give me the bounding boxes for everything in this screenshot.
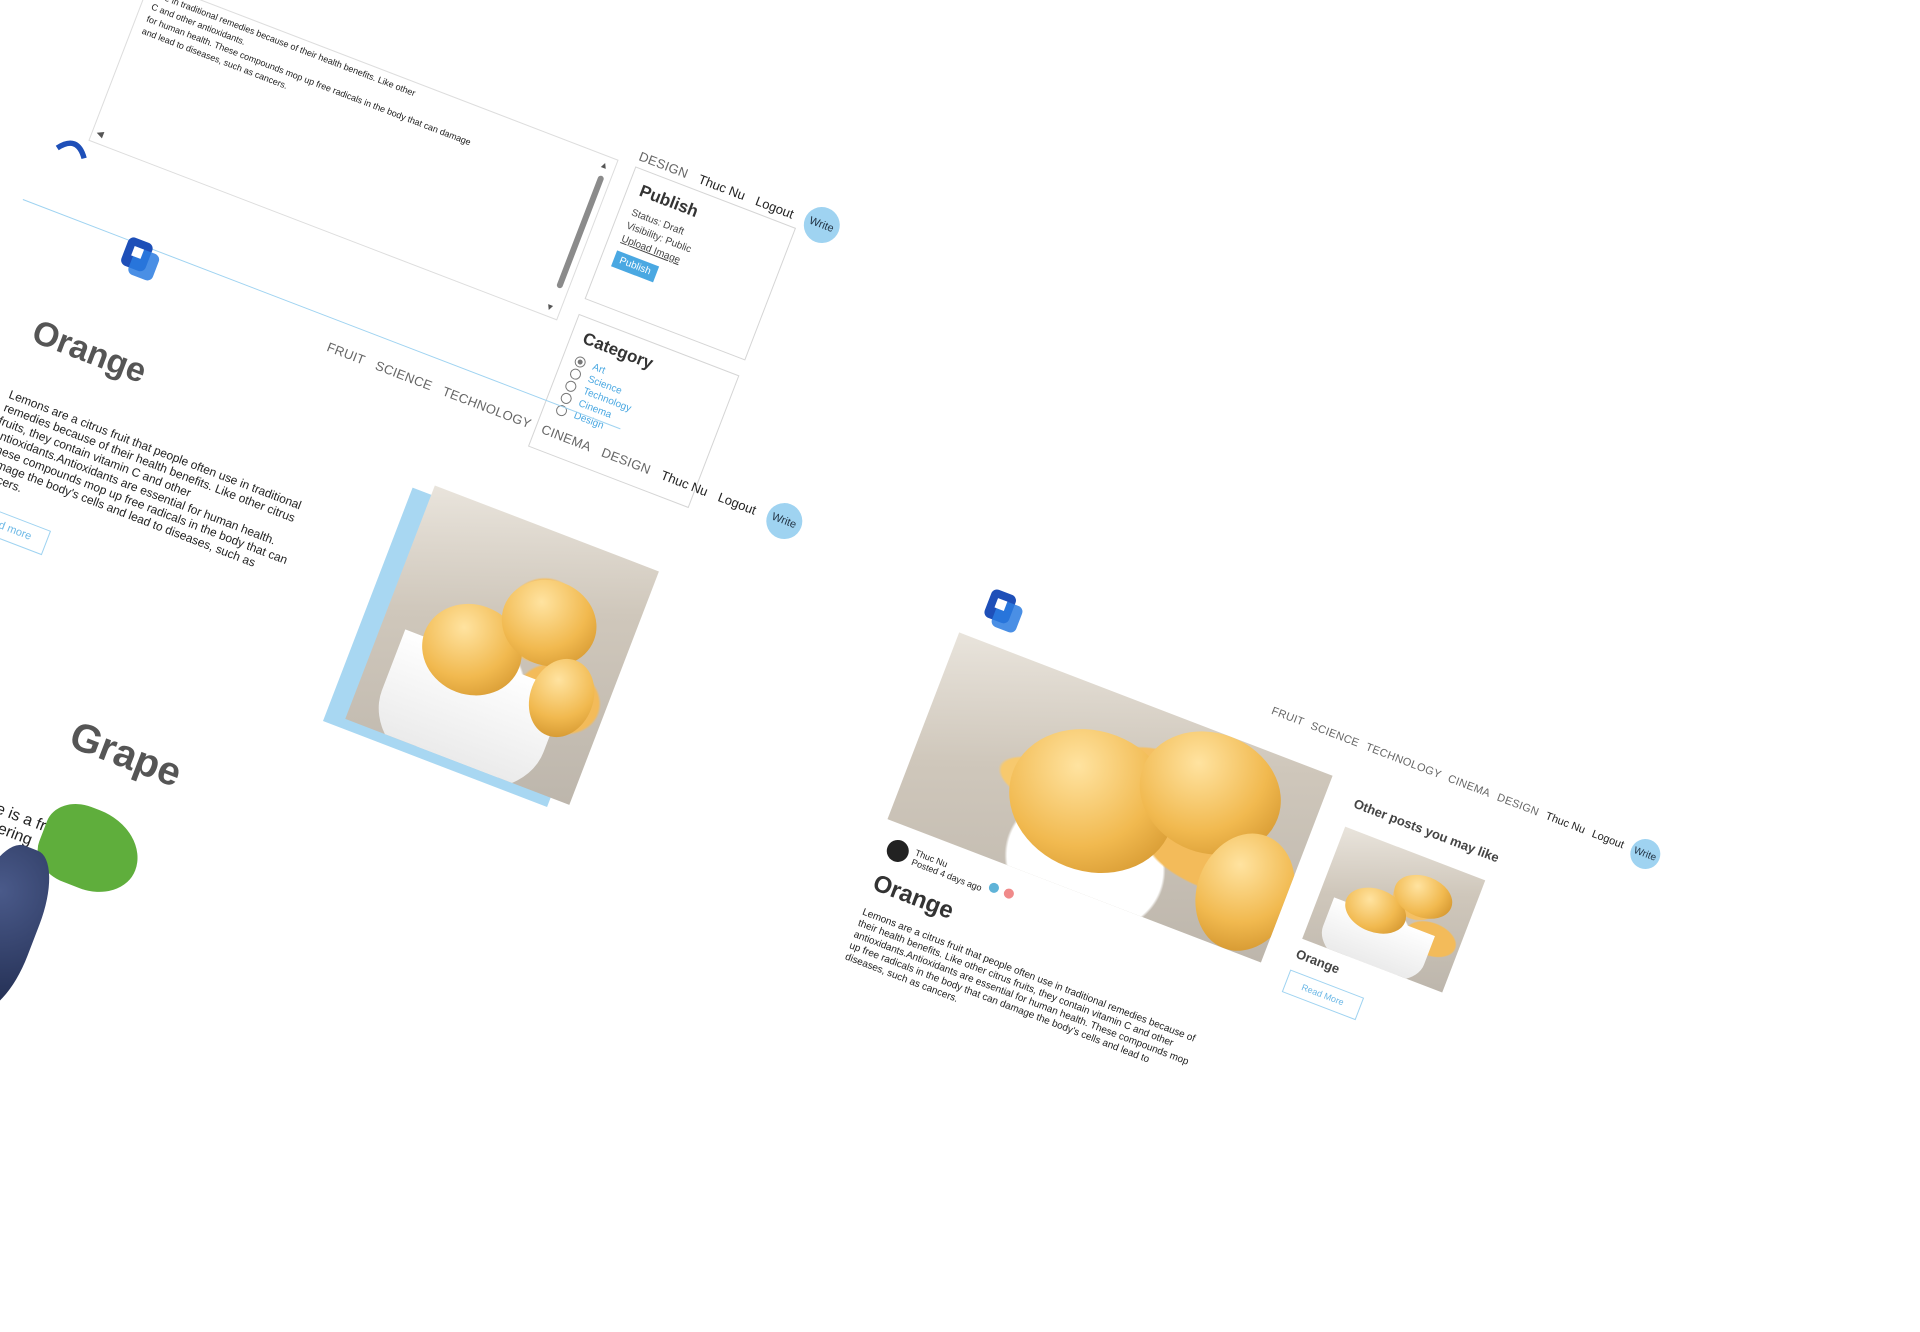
- sidebar: Other posts you may like Orange Read Mor…: [1281, 796, 1507, 1049]
- scroll-left-icon[interactable]: ◀: [95, 127, 105, 140]
- nav-fruit[interactable]: FRUIT: [1270, 705, 1306, 728]
- edit-icon[interactable]: [987, 881, 1000, 895]
- post-title[interactable]: Orange: [27, 313, 152, 392]
- editor-line: for human health. These compounds mop up…: [145, 13, 473, 148]
- write-button[interactable]: Write: [1625, 834, 1665, 874]
- write-button[interactable]: Write: [798, 201, 845, 249]
- nav-user[interactable]: Thuc Nu: [1544, 810, 1587, 836]
- nav-cinema[interactable]: CINEMA: [540, 421, 594, 454]
- editor-line: and lead to diseases, such as cancers.: [140, 25, 289, 91]
- nav-science[interactable]: SCIENCE: [1309, 720, 1361, 749]
- nav-design[interactable]: DESIGN: [1495, 792, 1540, 819]
- nav-fruit[interactable]: FRUIT: [325, 339, 368, 367]
- nav-technology[interactable]: TECHNOLOGY: [441, 383, 534, 431]
- read-more-button[interactable]: Read more: [0, 499, 52, 556]
- post-title[interactable]: Grape: [63, 713, 188, 796]
- nav-logout[interactable]: Logout: [716, 489, 758, 517]
- nav-science[interactable]: SCIENCE: [373, 357, 434, 392]
- radio-icon[interactable]: [563, 379, 578, 394]
- post-body: Lemons are a citrus fruit that people of…: [843, 906, 1197, 1068]
- post-hero-image: [887, 632, 1333, 963]
- radio-icon[interactable]: [568, 367, 583, 382]
- logo-icon: [55, 140, 87, 160]
- logo-icon: [984, 589, 1023, 633]
- post-image[interactable]: [345, 485, 659, 805]
- write-button[interactable]: Write: [760, 497, 808, 545]
- nav-technology[interactable]: TECHNOLOGY: [1364, 741, 1443, 781]
- delete-icon[interactable]: [1002, 886, 1015, 900]
- nav-design[interactable]: DESIGN: [600, 444, 654, 477]
- post-excerpt: Lemons are a citrus fruit that people of…: [0, 387, 304, 570]
- radio-icon[interactable]: [573, 354, 588, 370]
- scroll-down-icon[interactable]: ▼: [544, 301, 556, 314]
- nav-user[interactable]: Thuc Nu: [659, 467, 710, 499]
- avatar-icon: [883, 836, 912, 866]
- single-post-screen: FRUIT SCIENCE TECHNOLOGY CINEMA DESIGN T…: [811, 580, 1665, 1269]
- nav-logout[interactable]: Logout: [1590, 828, 1626, 851]
- editor-line: C and other antioxidants.: [149, 1, 247, 47]
- nav-cinema[interactable]: CINEMA: [1446, 773, 1492, 800]
